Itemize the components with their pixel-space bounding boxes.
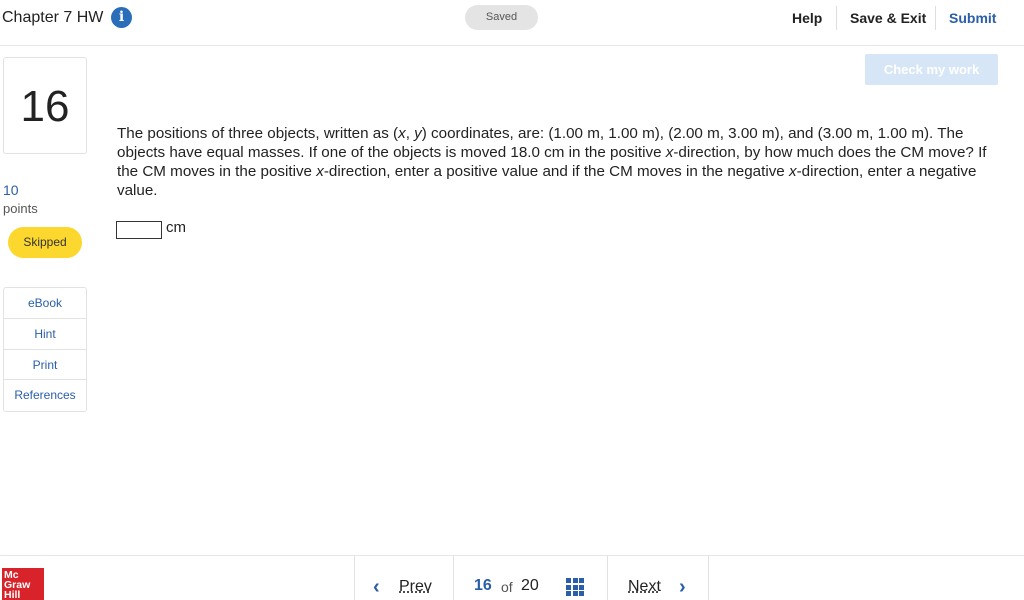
question-number-card: 16: [3, 57, 87, 154]
skipped-status-badge: Skipped: [8, 227, 82, 258]
answer-input[interactable]: [116, 221, 162, 239]
header-divider: [836, 6, 837, 30]
check-my-work-button[interactable]: Check my work: [865, 54, 998, 85]
question-number: 16: [20, 82, 70, 131]
hint-link[interactable]: Hint: [4, 319, 86, 350]
footer-nav: Mc Graw Hill ‹ Prev 16 of 20 Next ›: [0, 555, 1024, 600]
nav-divider: [607, 556, 608, 600]
prev-button[interactable]: Prev: [399, 578, 432, 596]
chevron-left-icon[interactable]: ‹: [373, 576, 380, 599]
question-text: The positions of three objects, written …: [117, 125, 987, 199]
saved-status-badge: Saved: [465, 5, 538, 30]
question-grid-icon[interactable]: [566, 578, 584, 596]
help-button[interactable]: Help: [792, 10, 822, 26]
references-link[interactable]: References: [4, 380, 86, 411]
question-navigator: ‹ Prev 16 of 20 Next ›: [354, 556, 709, 600]
nav-divider: [453, 556, 454, 600]
save-exit-button[interactable]: Save & Exit: [850, 10, 926, 26]
resources-list: eBook Hint Print References: [3, 287, 87, 412]
header-divider: [935, 6, 936, 30]
of-label: of: [501, 579, 513, 595]
current-question-number: 16: [474, 577, 492, 594]
answer-unit: cm: [166, 219, 186, 236]
next-button[interactable]: Next: [628, 578, 661, 596]
assignment-title: Chapter 7 HW: [2, 9, 104, 26]
total-questions: 20: [521, 577, 539, 594]
top-header: Chapter 7 HW i Saved Help Save & Exit Su…: [0, 0, 1024, 46]
points-value: 10: [3, 182, 19, 198]
points-label: points: [3, 201, 38, 216]
chevron-right-icon[interactable]: ›: [679, 576, 686, 599]
ebook-link[interactable]: eBook: [4, 288, 86, 319]
mcgraw-hill-logo: Mc Graw Hill: [2, 568, 44, 600]
print-link[interactable]: Print: [4, 350, 86, 381]
submit-button[interactable]: Submit: [949, 10, 996, 26]
info-icon[interactable]: i: [111, 7, 132, 28]
